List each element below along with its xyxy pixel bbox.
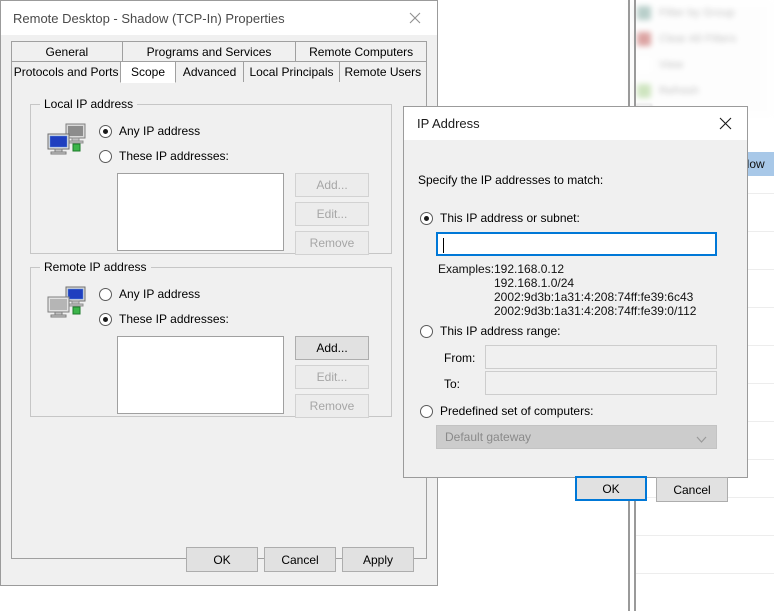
predefined-combo[interactable]: Default gateway (436, 425, 717, 449)
background-list-row (636, 536, 774, 574)
to-label: To: (444, 377, 461, 391)
local-any-ip-radio-row[interactable]: Any IP address (99, 124, 200, 138)
window-title: Remote Desktop - Shadow (TCP-In) Propert… (13, 10, 285, 26)
background-list-row (636, 498, 774, 536)
tab-scope[interactable]: Scope (120, 61, 176, 83)
local-any-ip-radio[interactable] (99, 124, 112, 138)
predefined-radio-row[interactable]: Predefined set of computers: (420, 404, 593, 418)
background-menu-label: View (659, 59, 684, 71)
chevron-down-icon (696, 433, 707, 447)
ip-dialog-title: IP Address (417, 116, 480, 131)
subnet-radio[interactable] (420, 211, 433, 225)
background-menu-label: Clear All Filters (659, 33, 737, 45)
ip-dialog-body: Specify the IP addresses to match: This … (404, 140, 747, 502)
local-add-button: Add... (295, 173, 369, 197)
local-ip-list[interactable] (117, 173, 284, 251)
background-menu-item: Clear All Filters (631, 26, 774, 52)
examples-list: 192.168.0.12 192.168.1.0/24 2002:9d3b:1a… (494, 262, 697, 318)
ip-dialog-cancel-button[interactable]: Cancel (656, 477, 728, 502)
screen: Filter by Group Clear All Filters View R… (0, 0, 774, 611)
remote-these-ip-label: These IP addresses: (119, 312, 229, 326)
local-ip-address-group-title: Local IP address (40, 97, 138, 111)
background-list-row (636, 574, 774, 611)
local-any-ip-label: Any IP address (119, 124, 201, 138)
range-radio[interactable] (420, 324, 433, 338)
examples-label: Examples: (438, 262, 495, 276)
remote-ip-list[interactable] (117, 336, 284, 414)
predefined-combo-value: Default gateway (445, 430, 532, 444)
refresh-icon (637, 84, 651, 98)
tab-local-principals[interactable]: Local Principals (243, 61, 340, 83)
remote-remove-button: Remove (295, 394, 369, 418)
remote-these-ip-radio-row[interactable]: These IP addresses: (99, 312, 229, 326)
tab-row-two: Protocols and Ports Scope Advanced Local… (11, 61, 427, 83)
scope-tab-page: Local IP address Any IP address These IP… (11, 82, 427, 559)
background-menu-item: Refresh (631, 78, 774, 104)
tab-general[interactable]: General (11, 41, 123, 62)
from-label: From: (444, 351, 476, 365)
remote-computers-icon (47, 286, 87, 320)
filter-by-group-icon (637, 6, 651, 20)
background-menu-item: View (631, 52, 774, 78)
remote-any-ip-label: Any IP address (119, 287, 201, 301)
predefined-radio[interactable] (420, 404, 433, 418)
tab-remote-computers[interactable]: Remote Computers (295, 41, 427, 62)
properties-window: Remote Desktop - Shadow (TCP-In) Propert… (0, 0, 438, 586)
subnet-input[interactable] (436, 232, 717, 256)
predefined-label: Predefined set of computers: (440, 404, 594, 418)
remote-add-button[interactable]: Add... (295, 336, 369, 360)
close-icon[interactable] (392, 1, 437, 34)
text-caret (443, 238, 444, 253)
background-actions-menu: Filter by Group Clear All Filters View R… (630, 0, 774, 118)
view-icon (637, 58, 651, 72)
close-icon[interactable] (703, 107, 747, 139)
tab-programs-and-services[interactable]: Programs and Services (121, 41, 297, 62)
tab-row-one: General Programs and Services Remote Com… (11, 41, 427, 62)
ip-dialog-titlebar: IP Address (404, 107, 747, 140)
background-menu-item: Filter by Group (631, 0, 774, 26)
local-ip-address-group: Local IP address Any IP address These IP… (30, 97, 392, 255)
local-these-ip-radio-row[interactable]: These IP addresses: (99, 149, 229, 163)
cancel-button[interactable]: Cancel (264, 547, 336, 572)
tab-strip: General Programs and Services Remote Com… (1, 35, 437, 83)
remote-ip-address-group-title: Remote IP address (40, 260, 151, 274)
local-these-ip-label: These IP addresses: (119, 149, 229, 163)
remote-any-ip-radio-row[interactable]: Any IP address (99, 287, 200, 301)
properties-footer: OK Cancel Apply (1, 539, 439, 585)
background-menu-label: Refresh (659, 85, 699, 97)
subnet-radio-row[interactable]: This IP address or subnet: (420, 211, 580, 225)
from-input[interactable] (485, 345, 717, 369)
ip-dialog-ok-button[interactable]: OK (575, 476, 647, 501)
local-remove-button: Remove (295, 231, 369, 255)
background-menu-label: Filter by Group (659, 7, 735, 19)
range-radio-row[interactable]: This IP address range: (420, 324, 561, 338)
remote-any-ip-radio[interactable] (99, 287, 112, 301)
tab-protocols-and-ports[interactable]: Protocols and Ports (11, 61, 122, 83)
local-these-ip-radio[interactable] (99, 149, 112, 163)
to-input[interactable] (485, 371, 717, 395)
apply-button[interactable]: Apply (342, 547, 414, 572)
remote-ip-address-group: Remote IP address Any IP address These I… (30, 260, 392, 418)
tab-remote-users[interactable]: Remote Users (338, 61, 427, 83)
clear-all-filters-icon (637, 32, 651, 46)
subnet-label: This IP address or subnet: (440, 211, 580, 225)
ok-button[interactable]: OK (186, 547, 258, 572)
remote-these-ip-radio[interactable] (99, 312, 112, 326)
ip-dialog-instruction: Specify the IP addresses to match: (418, 173, 604, 187)
titlebar: Remote Desktop - Shadow (TCP-In) Propert… (1, 1, 437, 35)
local-edit-button: Edit... (295, 202, 369, 226)
ip-address-dialog: IP Address Specify the IP addresses to m… (403, 106, 748, 502)
tab-advanced[interactable]: Advanced (174, 61, 245, 83)
local-computers-icon (47, 123, 87, 157)
remote-edit-button: Edit... (295, 365, 369, 389)
range-label: This IP address range: (440, 324, 561, 338)
